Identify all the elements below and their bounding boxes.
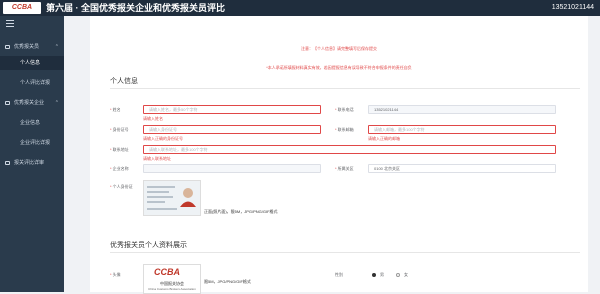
avatar-label: * 头像	[110, 272, 121, 277]
chevron-up-icon: ⌃	[54, 44, 59, 50]
region-label: * 所属关区	[335, 166, 354, 171]
company-label: * 企业名称	[110, 166, 129, 171]
sidebar-item-excellent-company[interactable]: 优秀报关企业 ⌃	[0, 96, 64, 110]
name-error: 请输入姓名	[143, 116, 163, 121]
phone-field[interactable]: 13521021144	[368, 105, 556, 114]
section-title-showcase: 优秀报关员个人资料展示	[110, 242, 187, 249]
id-card-image[interactable]	[143, 180, 201, 216]
gender-female-label: 女	[404, 272, 408, 277]
person-icon	[5, 45, 10, 49]
sidebar-item-company-review[interactable]: 企业评比详报	[0, 136, 64, 150]
main-content: 注意：【个人信息】请完整填写后保存提交 *本人承诺所填报材料真实有效，若因提报信…	[64, 16, 600, 294]
section-divider	[110, 88, 580, 89]
company-field[interactable]	[143, 164, 321, 173]
id-card-icon	[144, 181, 200, 215]
email-error: 请输入正确的邮箱	[368, 136, 400, 141]
gender-female-radio[interactable]	[396, 273, 400, 277]
notice-line-2: *本人承诺所填报材料真实有效，若因提报信息有误导致不符合申报条件的责任自负	[266, 65, 412, 70]
section-title-personal: 个人信息	[110, 78, 138, 85]
building-icon	[5, 101, 10, 105]
app-logo: CCBA	[3, 2, 41, 14]
address-label: * 联系地址	[110, 147, 129, 152]
gender-label: 性别	[335, 272, 343, 277]
avatar-logo-en: China Customs Brokers Association	[148, 287, 196, 291]
id-number-field[interactable]: 请输入身份证号	[143, 125, 321, 134]
avatar-hint: 限5M，JPG/PNG/GIF格式	[204, 279, 251, 284]
sidebar-item-company-info[interactable]: 企业信息	[0, 116, 64, 130]
name-label: * 姓名	[110, 107, 121, 112]
gender-male-radio[interactable]	[372, 273, 376, 277]
id-photo-hint: 正面(照片面)，限5M，JPG/PNG/GIF格式	[204, 209, 278, 214]
sidebar: 优秀报关员 ⌃ 个人信息 个人评比详报 优秀报关企业 ⌃ 企业信息 企业评比详报…	[0, 16, 64, 292]
section-divider	[110, 252, 580, 253]
sidebar-item-excellent-broker[interactable]: 优秀报关员 ⌃	[0, 40, 64, 54]
sidebar-item-personal-review[interactable]: 个人评比详报	[0, 76, 64, 90]
id-number-label: * 身份证号	[110, 127, 129, 132]
address-field[interactable]: 请输入联系地址，最多100个字符	[143, 145, 556, 154]
region-select[interactable]: 0100 北京关区	[368, 164, 556, 173]
notice-line-1: 注意：【个人信息】请完整填写后保存提交	[301, 46, 377, 51]
name-field[interactable]: 请输入姓名，最多50个字符	[143, 105, 321, 114]
menu-icon[interactable]	[6, 20, 14, 27]
top-bar: CCBA 第六届 · 全国优秀报关企业和优秀报关员评比 13521021144	[0, 0, 600, 16]
email-label: * 联系邮箱	[335, 127, 354, 132]
address-error: 请输入联系地址	[143, 156, 171, 161]
avatar-logo-text: CCBA	[154, 267, 180, 277]
email-field[interactable]: 请输入邮箱，最多100个字符	[368, 125, 556, 134]
id-photo-label: * 个人身份证	[110, 184, 133, 189]
form-card: 注意：【个人信息】请完整填写后保存提交 *本人承诺所填报材料真实有效，若因提报信…	[90, 16, 588, 294]
user-phone[interactable]: 13521021144	[552, 1, 594, 15]
sidebar-item-review-audit[interactable]: 报关评比详审	[0, 156, 64, 170]
gender-male-label: 男	[380, 272, 384, 277]
chevron-up-icon: ⌃	[54, 100, 59, 106]
document-icon	[5, 161, 10, 165]
page-title: 第六届 · 全国优秀报关企业和优秀报关员评比	[46, 3, 225, 13]
avatar-image[interactable]: CCBA 中国报关协会 China Customs Brokers Associ…	[143, 264, 201, 294]
phone-label: * 联系电话	[335, 107, 354, 112]
id-number-error: 请输入正确的身份证号	[143, 136, 183, 141]
sidebar-item-personal-info[interactable]: 个人信息	[0, 56, 64, 70]
